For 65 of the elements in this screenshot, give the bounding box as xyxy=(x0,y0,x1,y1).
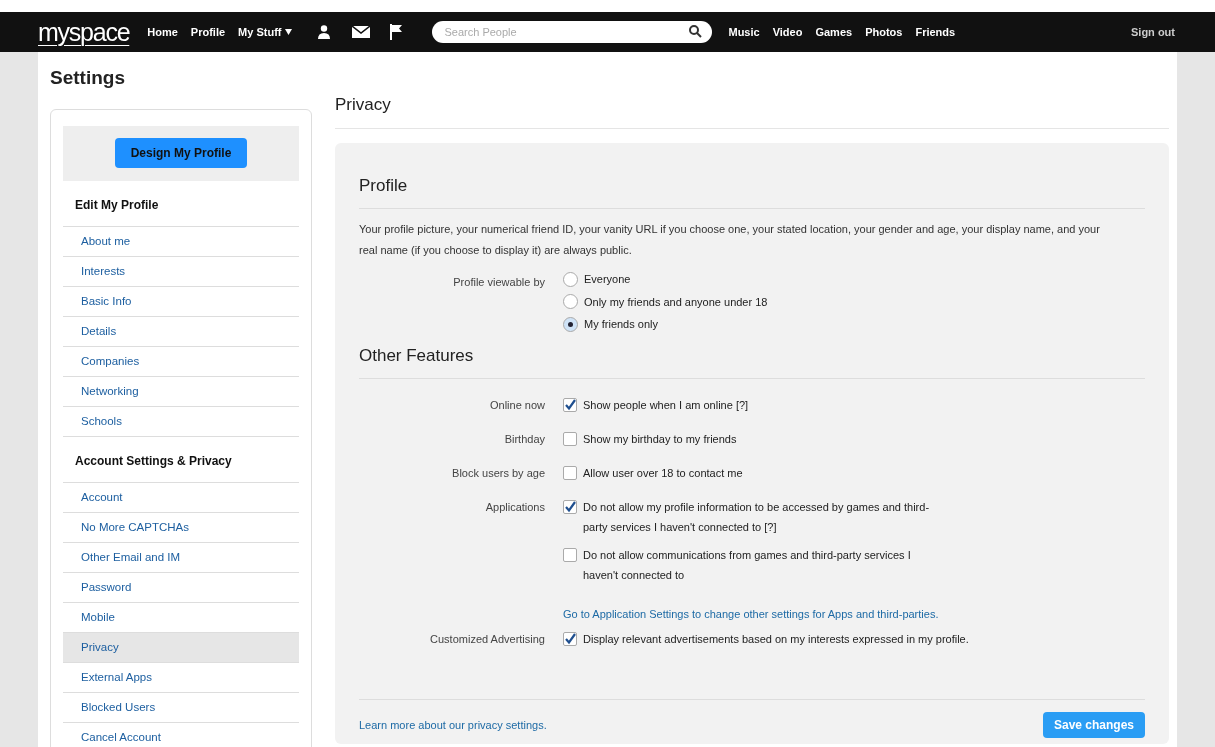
sidebar-item[interactable]: Account xyxy=(63,482,299,513)
checkbox-label: Display relevant advertisements based on my interests expressed in my profile. xyxy=(583,632,969,647)
radio-button[interactable] xyxy=(563,271,578,287)
radio-label: My friends only xyxy=(584,317,658,332)
checkbox[interactable] xyxy=(563,398,577,412)
section-heading: Profile xyxy=(359,172,1145,209)
section-title: Privacy xyxy=(335,92,1169,129)
sidebar-item[interactable]: About me xyxy=(63,226,299,257)
flag-icon[interactable] xyxy=(390,24,403,40)
field-label: Customized Advertising xyxy=(429,632,546,647)
checkbox-label: Show people when I am online [?] xyxy=(583,398,749,413)
design-my-profile-button[interactable]: Design My Profile xyxy=(114,138,248,168)
sidebar-heading: Account Settings & Privacy xyxy=(63,436,299,483)
person-icon[interactable] xyxy=(316,24,333,40)
sidebar-item[interactable]: Cancel Account xyxy=(63,722,299,747)
search-field[interactable]: Search People xyxy=(432,21,713,43)
radio-label: Only my friends and anyone under 18 xyxy=(584,294,768,310)
nav-link[interactable]: Games xyxy=(815,23,853,41)
sidebar-item[interactable]: Blocked Users xyxy=(63,692,299,723)
radio-button[interactable] xyxy=(563,316,578,332)
field-label: Birthday xyxy=(503,432,546,447)
privacy-settings-link[interactable]: Learn more about our privacy settings. xyxy=(359,716,547,734)
sidebar-item[interactable]: Mobile xyxy=(63,602,299,633)
mail-icon[interactable] xyxy=(352,26,371,38)
field-label: Applications xyxy=(484,500,546,515)
checkbox-label: Do not allow communications from games and third-party services I haven't connected to xyxy=(583,548,912,583)
sidebar-item[interactable]: No More CAPTCHAs xyxy=(63,512,299,543)
field-label: Profile viewable by xyxy=(452,275,546,290)
checkbox-label: Do not allow my profile information to be accessed by games and third-party services I haven't connected to [?] xyxy=(583,500,931,535)
field-label: Online now xyxy=(488,398,546,413)
sidebar-item[interactable]: Details xyxy=(63,316,299,347)
nav-link[interactable]: My Stuff xyxy=(238,23,293,41)
sidebar-item[interactable]: Interests xyxy=(63,256,299,287)
application-settings-link[interactable]: Go to Application Settings to change other settings for Apps and third-parties. xyxy=(563,603,943,625)
sidebar-item[interactable]: External Apps xyxy=(63,662,299,693)
sidebar-heading: Edit My Profile xyxy=(63,180,299,227)
checkbox[interactable] xyxy=(563,632,577,646)
sidebar-item[interactable]: Privacy xyxy=(63,632,299,663)
sidebar-item[interactable]: Other Email and IM xyxy=(63,542,299,573)
checkbox-label: Allow user over 18 to contact me xyxy=(583,466,743,481)
sidebar-item[interactable]: Networking xyxy=(63,376,299,407)
sidebar-item[interactable]: Companies xyxy=(63,346,299,377)
nav-link[interactable]: Music xyxy=(728,23,760,41)
checkbox-label: Show my birthday to my friends xyxy=(583,432,737,447)
checkbox[interactable] xyxy=(563,432,577,446)
checkbox[interactable] xyxy=(563,466,577,480)
sidebar-item[interactable]: Basic Info xyxy=(63,286,299,317)
radio-button[interactable] xyxy=(563,294,578,310)
logo[interactable]: myspace xyxy=(38,19,130,45)
nav-link[interactable]: Profile xyxy=(190,23,226,41)
sidebar-item[interactable]: Schools xyxy=(63,406,299,437)
field-label: Block users by age xyxy=(451,466,546,481)
search-icon[interactable] xyxy=(689,25,703,38)
nav-link[interactable]: Video xyxy=(772,23,803,41)
checkbox[interactable] xyxy=(563,500,577,514)
nav-link[interactable]: Photos xyxy=(865,23,903,41)
nav-link[interactable]: Home xyxy=(147,23,178,41)
description-text: Your profile picture, your numerical friend ID, your vanity URL if you choose one, your stated location, your gender and age, your display name, and your real name (if you choose to display it) are always public. xyxy=(359,222,1101,258)
sign-out-link[interactable]: Sign out xyxy=(1131,23,1175,41)
page-title: Settings xyxy=(50,66,126,90)
checkbox[interactable] xyxy=(563,548,577,562)
sidebar-item[interactable]: Password xyxy=(63,572,299,603)
section-heading: Other Features xyxy=(359,342,1145,379)
radio-label: Everyone xyxy=(584,272,631,287)
nav-link[interactable]: Friends xyxy=(915,23,956,41)
